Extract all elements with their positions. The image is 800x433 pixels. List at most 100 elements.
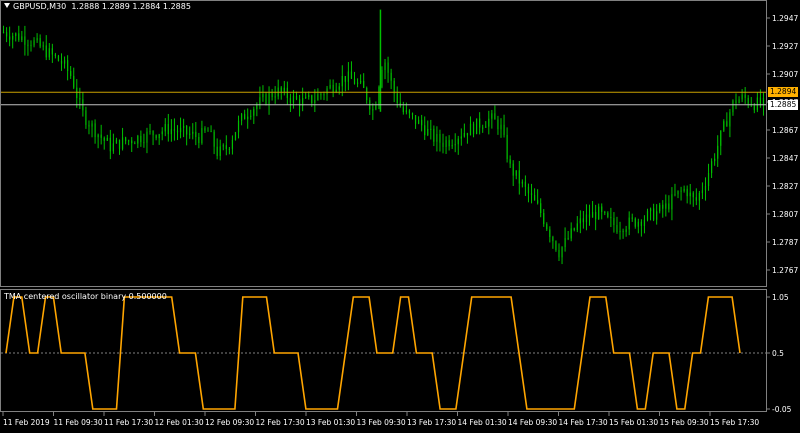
candle-body xyxy=(460,136,462,139)
candle-body xyxy=(201,128,203,144)
candle-body xyxy=(5,32,8,37)
candle-body xyxy=(186,125,188,135)
candle-body xyxy=(485,126,487,128)
candle-body xyxy=(704,186,707,191)
candle-body xyxy=(204,128,206,131)
candle-body xyxy=(753,105,755,111)
candle-body xyxy=(360,81,362,83)
candle-body xyxy=(372,109,374,111)
candle-body xyxy=(634,218,636,227)
candle-body xyxy=(30,45,32,47)
candle-body xyxy=(671,194,673,210)
candle-body xyxy=(637,221,639,227)
candle-body xyxy=(726,121,728,127)
candle-body xyxy=(311,95,313,103)
candle-body xyxy=(97,134,99,138)
candle-body xyxy=(314,100,316,103)
time-tick-label: 13 Feb 01:30 xyxy=(306,418,355,427)
candle-body xyxy=(94,123,96,138)
candle-body xyxy=(579,218,581,224)
candle-body xyxy=(2,32,5,33)
time-tick-label: 11 Feb 17:30 xyxy=(104,418,153,427)
candle-body xyxy=(366,87,368,101)
candle-body xyxy=(549,229,551,237)
candle-body xyxy=(717,145,719,159)
candle-body xyxy=(573,228,575,230)
candle-body xyxy=(643,219,646,226)
candle-body xyxy=(146,131,148,143)
time-tick-label: 15 Feb 09:30 xyxy=(660,418,709,427)
candle-body xyxy=(729,112,731,127)
candle-body xyxy=(286,87,288,99)
candle-body xyxy=(106,137,108,141)
price-chart[interactable]: 1.29471.29271.29071.28871.28671.28471.28… xyxy=(0,0,800,431)
candle-body xyxy=(503,124,505,135)
candle-body xyxy=(582,218,585,223)
candle-body xyxy=(67,60,69,71)
candle-body xyxy=(231,139,234,149)
candle-body xyxy=(152,131,154,136)
candle-body xyxy=(640,221,642,226)
candle-body xyxy=(195,131,197,138)
candle-body xyxy=(259,97,261,105)
time-tick-label: 14 Feb 17:30 xyxy=(559,418,608,427)
candle-body xyxy=(244,114,246,120)
candle-body xyxy=(335,89,337,92)
candle-body xyxy=(689,192,691,197)
candle-body xyxy=(60,60,63,64)
candle-body xyxy=(631,217,633,219)
candle-body xyxy=(121,137,124,149)
candle-body xyxy=(604,211,606,213)
candle-body xyxy=(714,158,716,162)
candle-body xyxy=(405,110,407,113)
candle-body xyxy=(45,45,47,58)
price-tick-label: 1.2767 xyxy=(772,266,798,275)
dropdown-triangle-icon[interactable] xyxy=(4,3,10,8)
candle-body xyxy=(402,106,404,113)
candle-body xyxy=(329,84,331,89)
candle-body xyxy=(134,143,136,145)
candle-body xyxy=(149,131,151,133)
oscillator-tick-label: 0.5 xyxy=(772,349,784,358)
candle-body xyxy=(393,80,395,94)
candle-body xyxy=(537,200,539,204)
candle-body xyxy=(595,211,597,220)
candle-body xyxy=(51,48,53,55)
candle-body xyxy=(91,123,93,127)
candle-body xyxy=(54,54,57,56)
candle-body xyxy=(164,124,166,132)
candle-body xyxy=(738,99,740,104)
candle-body xyxy=(234,132,237,140)
candle-body xyxy=(527,186,530,194)
candle-body xyxy=(308,95,310,97)
candle-body xyxy=(338,86,340,90)
candle-body xyxy=(189,133,191,135)
candle-body xyxy=(695,197,697,201)
candle-body xyxy=(320,94,322,96)
time-tick-label: 13 Feb 17:30 xyxy=(407,418,456,427)
chart-window[interactable]: 1.29471.29271.29071.28871.28671.28471.28… xyxy=(0,0,800,431)
candle-body xyxy=(158,134,160,139)
candle-body xyxy=(518,170,520,184)
candle-body xyxy=(662,204,664,209)
candle-body xyxy=(588,214,591,218)
candle-body xyxy=(414,115,417,124)
candle-body xyxy=(155,135,157,139)
candle-body xyxy=(173,129,176,131)
candle-body xyxy=(305,96,307,99)
candle-body xyxy=(570,228,572,239)
candle-body xyxy=(552,236,554,242)
candle-body xyxy=(344,76,346,82)
candle-body xyxy=(378,87,380,106)
candle-body xyxy=(543,213,545,225)
candle-body xyxy=(479,118,481,128)
candle-body xyxy=(585,214,588,223)
candle-body xyxy=(723,121,725,131)
candle-body xyxy=(63,60,66,64)
candle-body xyxy=(567,238,569,240)
candle-body xyxy=(268,92,270,105)
time-tick-label: 14 Feb 01:30 xyxy=(458,418,507,427)
time-tick-label: 11 Feb 09:30 xyxy=(54,418,103,427)
candle-body xyxy=(216,146,218,156)
candle-body xyxy=(384,62,386,70)
